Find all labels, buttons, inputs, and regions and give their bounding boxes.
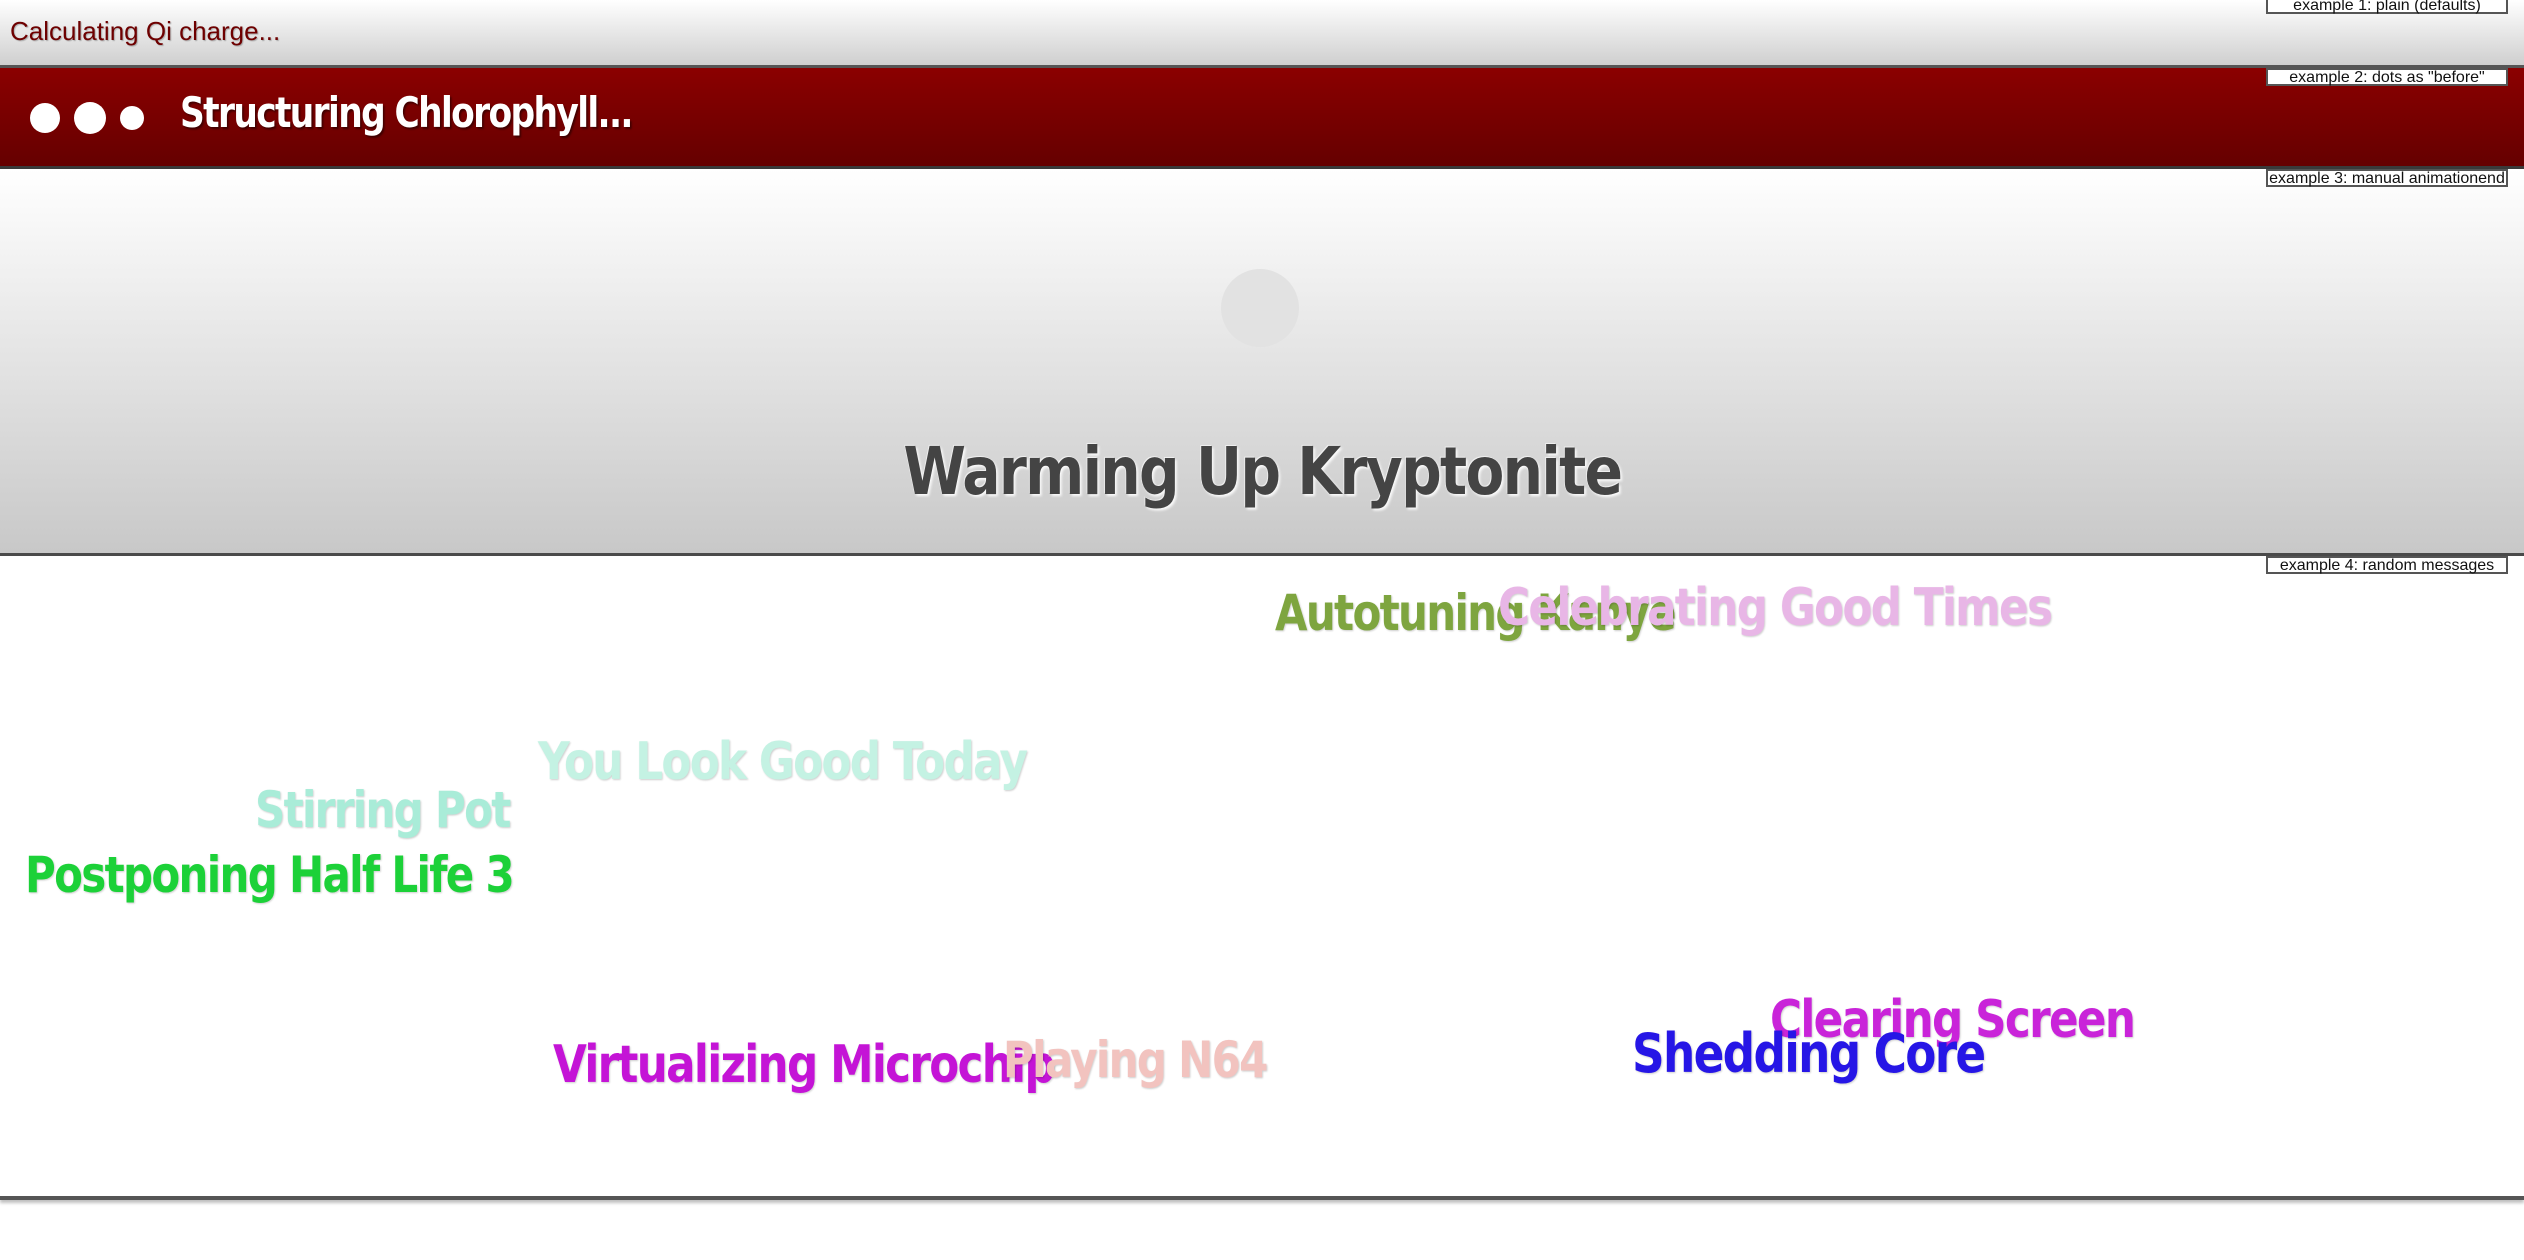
dot-icon — [74, 102, 106, 134]
loading-dots — [30, 102, 158, 134]
random-message: Stirring Pot — [255, 781, 511, 839]
spinner-circle-icon — [1221, 269, 1299, 347]
random-message: Playing N64 — [1003, 1031, 1268, 1089]
example-2-panel: Structuring Chlorophyll... example 2: do… — [0, 68, 2524, 169]
loading-message: Warming Up Kryptonite — [903, 433, 1623, 510]
dot-icon — [120, 106, 144, 130]
example-3-panel: Warming Up Kryptonite example 3: manual … — [0, 169, 2524, 556]
loading-message-container: Warming Up Kryptonite — [0, 433, 2524, 510]
example-2-label: example 2: dots as "before" — [2266, 68, 2508, 86]
example-4-label: example 4: random messages — [2266, 556, 2508, 574]
example-1-panel: Calculating Qi charge... example 1: plai… — [0, 0, 2524, 68]
example-3-label: example 3: manual animationend — [2266, 169, 2508, 187]
loading-message: Calculating Qi charge... — [10, 16, 281, 46]
dot-icon — [30, 103, 60, 133]
random-message: You Look Good Today — [538, 732, 1028, 792]
example-4-panel: example 4: random messages Autotuning Ka… — [0, 556, 2524, 1200]
random-message: Virtualizing Microchip — [553, 1035, 1056, 1095]
loading-message: Structuring Chlorophyll... — [180, 88, 634, 137]
random-message: Postponing Half Life 3 — [25, 846, 515, 904]
random-message: Shedding Core — [1632, 1022, 1986, 1085]
example-1-label: example 1: plain (defaults) — [2266, 0, 2508, 14]
random-message: Celebrating Good Times — [1498, 578, 2053, 638]
